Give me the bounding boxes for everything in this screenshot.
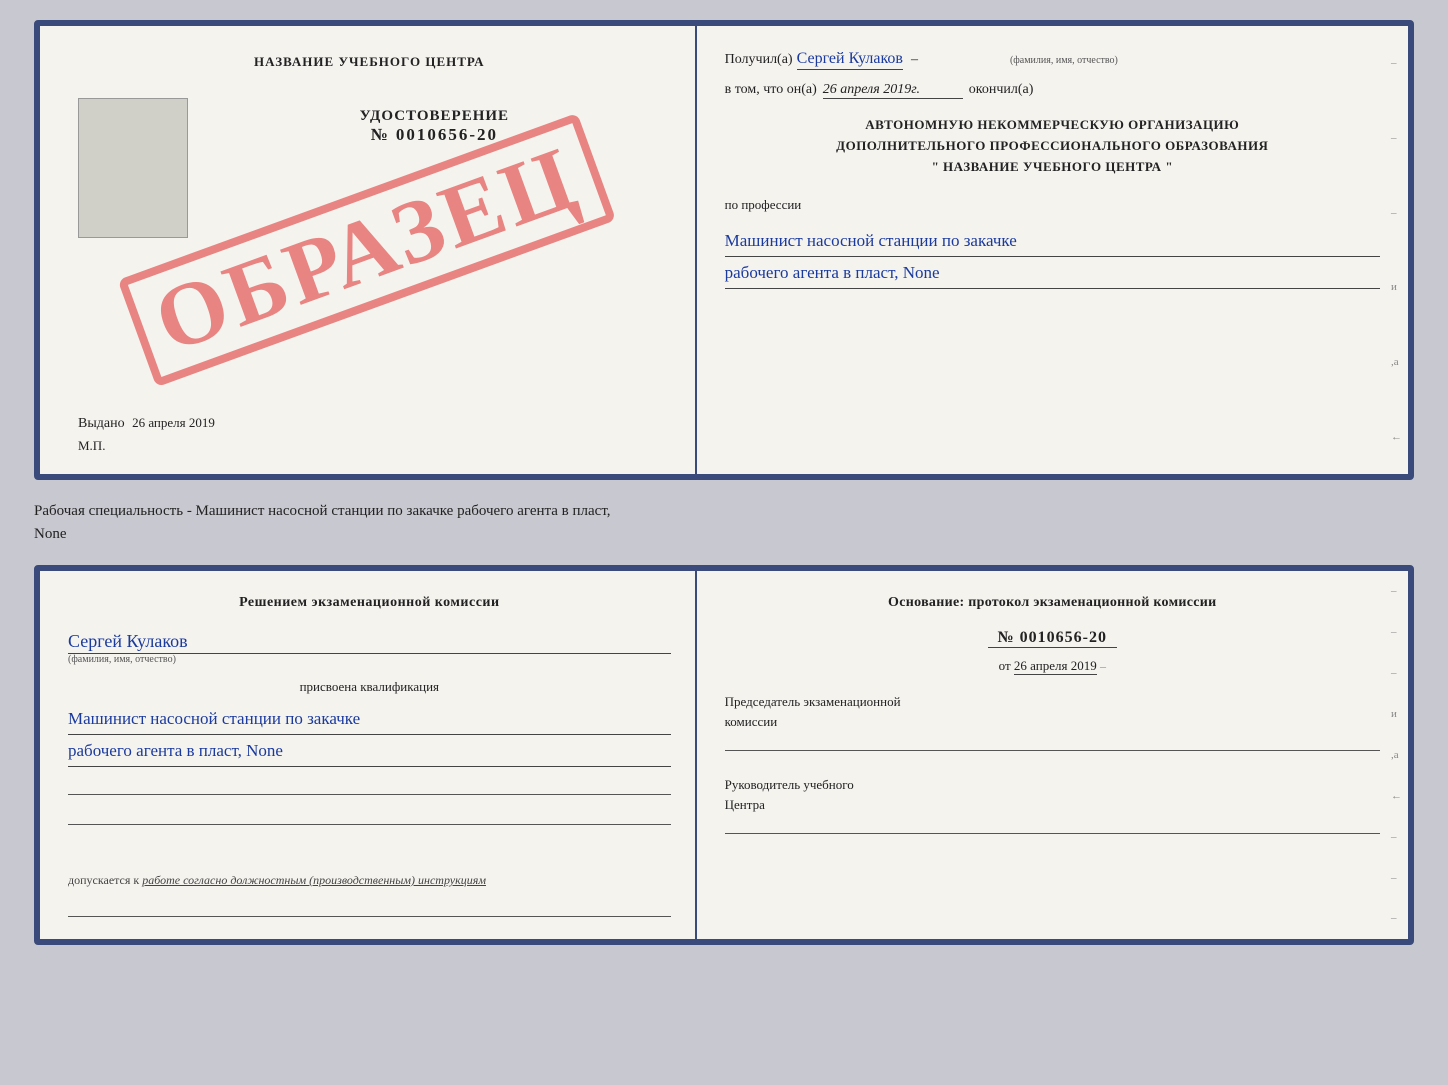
separator-line2: None [34, 523, 1414, 546]
separator-text: Рабочая специальность - Машинист насосно… [34, 496, 1414, 549]
predsedatel-blank [725, 733, 1380, 751]
vtom-row: в том, что он(а) 26 апреля 2019г. окончи… [725, 82, 1380, 99]
predsedatel-line1: Председатель экзаменационной [725, 692, 1380, 712]
poluchil-name: Сергей Кулаков [797, 50, 903, 70]
top-doc-right: Получил(а) Сергей Кулаков – (фамилия, им… [697, 26, 1408, 474]
side-marks-top: –––и,а← [1391, 26, 1402, 474]
bottom-person-name: Сергей Кулаков [68, 631, 671, 654]
bottom-doc-right: Основание: протокол экзаменационной коми… [697, 571, 1408, 939]
bottom-profession-line1: Машинист насосной станции по закачке [68, 705, 671, 735]
ot-date-row: от 26 апреля 2019 – [725, 658, 1380, 674]
top-doc-left: НАЗВАНИЕ УЧЕБНОГО ЦЕНТРА УДОСТОВЕРЕНИЕ №… [40, 26, 697, 474]
familiya-hint: (фамилия, имя, отчество) [1010, 55, 1118, 66]
rukovoditel-line2: Центра [725, 795, 1380, 815]
vydano-row: Выдано 26 апреля 2019 [78, 415, 671, 432]
vydano-label: Выдано [78, 416, 125, 431]
rukovoditel-line1: Руководитель учебного [725, 775, 1380, 795]
dopuskaetsya-text: работе согласно должностным (производств… [142, 873, 486, 887]
resheniem-title: Решением экзаменационной комиссии [68, 595, 671, 611]
okonchil-label: окончил(а) [969, 82, 1034, 98]
vydano-date: 26 апреля 2019 [132, 415, 215, 430]
top-center-title: НАЗВАНИЕ УЧЕБНОГО ЦЕНТРА [254, 54, 485, 70]
udostoverenie-label: УДОСТОВЕРЕНИЕ [360, 108, 510, 125]
ot-date-value: 26 апреля 2019 [1014, 658, 1097, 675]
profession-line2: рабочего агента в пласт, None [725, 259, 1380, 289]
protocol-number: № 0010656-20 [988, 629, 1117, 648]
vtom-label: в том, что он(а) [725, 82, 817, 98]
doc-number: № 0010656-20 [371, 125, 499, 145]
center-block: АВТОНОМНУЮ НЕКОММЕРЧЕСКУЮ ОРГАНИЗАЦИЮ ДО… [725, 115, 1380, 177]
center-line2: ДОПОЛНИТЕЛЬНОГО ПРОФЕССИОНАЛЬНОГО ОБРАЗО… [725, 136, 1380, 157]
photo-placeholder [78, 98, 188, 238]
blank-line-2 [68, 807, 671, 825]
profession-line1: Машинист насосной станции по закачке [725, 227, 1380, 257]
bottom-document: Решением экзаменационной комиссии Сергей… [34, 565, 1414, 945]
ot-label: от [999, 658, 1011, 673]
rukovoditel-block: Руководитель учебного Центра [725, 775, 1380, 836]
dopuskaetsya-label: допускается к [68, 873, 139, 887]
bottom-familiya-hint: (фамилия, имя, отчество) [68, 654, 671, 665]
mp-label: М.П. [78, 438, 671, 454]
bottom-profession-block: Машинист насосной станции по закачке раб… [68, 703, 671, 767]
dopuskaetsya-block: допускается к работе согласно должностны… [68, 871, 671, 889]
bottom-profession-line2: рабочего агента в пласт, None [68, 737, 671, 767]
top-document: НАЗВАНИЕ УЧЕБНОГО ЦЕНТРА УДОСТОВЕРЕНИЕ №… [34, 20, 1414, 480]
predsedatel-line2: комиссии [725, 712, 1380, 732]
blank-line-1 [68, 777, 671, 795]
bottom-doc-left: Решением экзаменационной комиссии Сергей… [40, 571, 697, 939]
profession-block: Машинист насосной станции по закачке раб… [725, 225, 1380, 289]
center-line3: " НАЗВАНИЕ УЧЕБНОГО ЦЕНТРА " [725, 157, 1380, 178]
poluchil-row: Получил(а) Сергей Кулаков – (фамилия, им… [725, 50, 1380, 70]
vtom-date: 26 апреля 2019г. [823, 82, 963, 99]
predsedatel-block: Председатель экзаменационной комиссии [725, 692, 1380, 753]
blank-line-3 [68, 899, 671, 917]
osnovanie-title: Основание: протокол экзаменационной коми… [725, 595, 1380, 611]
po-professii: по профессии [725, 197, 1380, 213]
prisvoena-label: присвоена квалификация [68, 679, 671, 695]
poluchil-label: Получил(а) [725, 52, 793, 68]
center-line1: АВТОНОМНУЮ НЕКОММЕРЧЕСКУЮ ОРГАНИЗАЦИЮ [725, 115, 1380, 136]
side-marks-bottom: –––и,а←––– [1391, 571, 1402, 939]
separator-line1: Рабочая специальность - Машинист насосно… [34, 500, 1414, 523]
rukovoditel-blank [725, 816, 1380, 834]
